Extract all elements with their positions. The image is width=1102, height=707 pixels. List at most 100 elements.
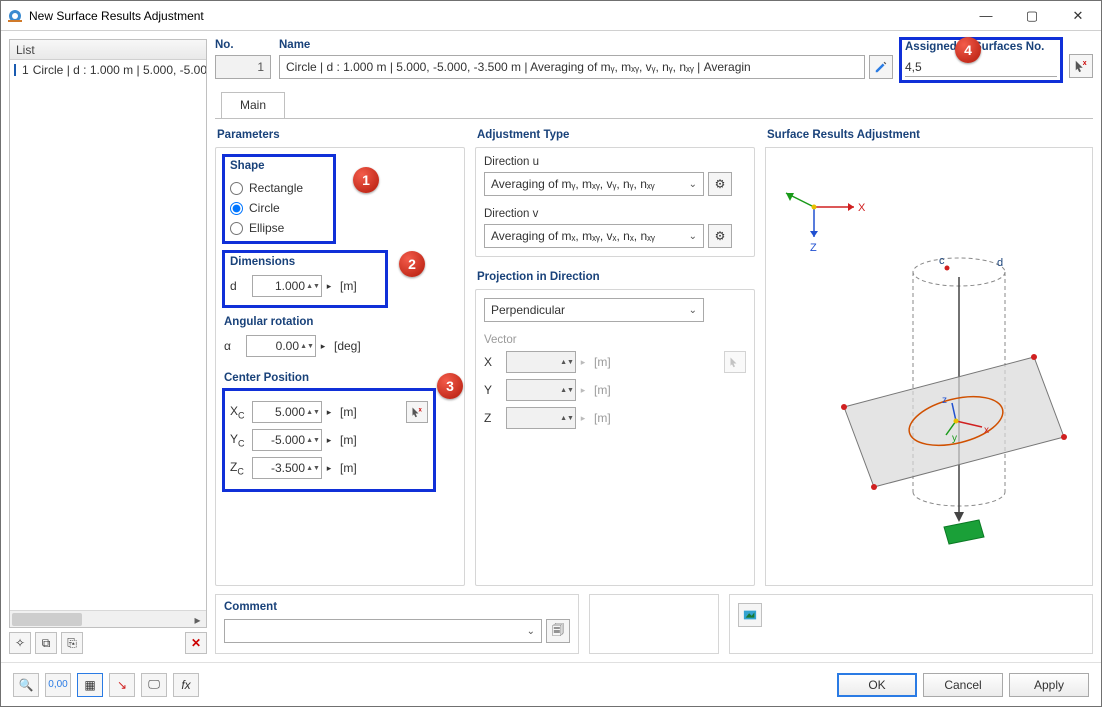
d-input[interactable]: 1.000▲▼ <box>252 275 322 297</box>
no-field: 1 <box>215 55 271 79</box>
name-label: Name <box>279 39 893 51</box>
assigned-surfaces-field[interactable]: 4,5 <box>905 57 1057 77</box>
list-horizontal-scrollbar[interactable]: ▸ <box>10 610 206 627</box>
alpha-menu-button[interactable]: ▸ <box>316 335 330 357</box>
tab-main[interactable]: Main <box>221 92 285 118</box>
alpha-unit: [deg] <box>334 339 361 353</box>
cancel-button[interactable]: Cancel <box>923 673 1003 697</box>
vector-y-input: ▲▼ <box>506 379 576 401</box>
yc-input[interactable]: -5.000▲▼ <box>252 429 322 451</box>
axes-icon: ↘ <box>117 678 127 692</box>
delete-item-button[interactable]: ✕ <box>185 632 207 654</box>
pick-arrow-x-icon: x <box>411 406 423 418</box>
grid-toggle-button[interactable]: ▦ <box>77 673 103 697</box>
close-button[interactable]: ✕ <box>1055 1 1101 31</box>
shape-rectangle-radio[interactable]: Rectangle <box>230 178 328 198</box>
tab-strip: Main <box>215 91 1093 119</box>
pick-arrow-icon <box>729 356 741 368</box>
comment-dropdown[interactable]: ⌄ <box>224 619 542 643</box>
vector-z-input: ▲▼ <box>506 407 576 429</box>
vector-label: Vector <box>484 334 746 346</box>
zc-input[interactable]: -3.500▲▼ <box>252 457 322 479</box>
comment-library-button[interactable]: 🗐 <box>546 619 570 643</box>
preview-title: Surface Results Adjustment <box>767 129 1093 141</box>
direction-v-dropdown[interactable]: Averaging of mₓ, mₓᵧ, vₓ, nₓ, nₓᵧ⌄ <box>484 224 704 248</box>
vector-x-label: X <box>484 355 506 369</box>
alpha-label: α <box>224 339 246 353</box>
function-button[interactable]: fx <box>173 673 199 697</box>
xc-menu-button[interactable]: ▸ <box>322 401 336 423</box>
adjustment-type-title: Adjustment Type <box>477 129 755 141</box>
vector-z-label: Z <box>484 411 506 425</box>
svg-text:y: y <box>952 433 957 444</box>
projection-dropdown[interactable]: Perpendicular⌄ <box>484 298 704 322</box>
shape-circle-radio[interactable]: Circle <box>230 198 328 218</box>
display-button[interactable]: 🖵 <box>141 673 167 697</box>
no-label: No. <box>215 39 271 51</box>
parameters-title: Parameters <box>217 129 465 141</box>
xc-input[interactable]: 5.000▲▼ <box>252 401 322 423</box>
apply-button[interactable]: Apply <box>1009 673 1089 697</box>
zc-label: ZC <box>230 460 252 476</box>
duplicate-item-button[interactable]: ⧉ <box>35 632 57 654</box>
vector-x-unit: [m] <box>594 355 611 369</box>
list-item-color-icon <box>14 64 16 76</box>
vector-y-label: Y <box>484 383 506 397</box>
svg-text:c: c <box>939 255 945 267</box>
picture-icon <box>743 608 757 622</box>
yc-unit: [m] <box>340 433 357 447</box>
zc-menu-button[interactable]: ▸ <box>322 457 336 479</box>
grid-icon: ▦ <box>84 678 95 692</box>
direction-u-label: Direction u <box>484 156 746 168</box>
d-unit: [m] <box>340 279 357 293</box>
projection-title: Projection in Direction <box>477 271 755 283</box>
direction-u-settings-button[interactable]: ⚙ <box>708 172 732 196</box>
callout-2: 2 <box>399 251 425 277</box>
angular-rotation-title: Angular rotation <box>224 316 456 328</box>
comment-title: Comment <box>224 601 570 613</box>
minimize-button[interactable]: — <box>963 1 1009 31</box>
ok-button[interactable]: OK <box>837 673 917 697</box>
maximize-button[interactable]: ▢ <box>1009 1 1055 31</box>
gear-icon: ⚙ <box>715 229 726 243</box>
help-button[interactable]: 🔍 <box>13 673 39 697</box>
name-field[interactable]: Circle | d : 1.000 m | 5.000, -5.000, -3… <box>279 55 865 79</box>
preview-settings-button[interactable] <box>738 603 762 627</box>
xc-unit: [m] <box>340 405 357 419</box>
shape-ellipse-radio[interactable]: Ellipse <box>230 218 328 238</box>
zc-unit: [m] <box>340 461 357 475</box>
app-icon <box>7 8 23 24</box>
axes-button[interactable]: ↘ <box>109 673 135 697</box>
d-label: d <box>230 279 252 293</box>
list-panel: List 1 Circle | d : 1.000 m | 5.000, -5.… <box>9 39 207 628</box>
yc-menu-button[interactable]: ▸ <box>322 429 336 451</box>
dialog-footer: 🔍 0,00 ▦ ↘ 🖵 fx OK Cancel Apply <box>1 662 1101 706</box>
alpha-input[interactable]: 0.00▲▼ <box>246 335 316 357</box>
list-item[interactable]: 1 Circle | d : 1.000 m | 5.000, -5.00 <box>10 60 206 80</box>
callout-1: 1 <box>353 167 379 193</box>
vector-z-unit: [m] <box>594 411 611 425</box>
direction-u-dropdown[interactable]: Averaging of mᵧ, mₓᵧ, vᵧ, nᵧ, nₓᵧ⌄ <box>484 172 704 196</box>
list-item-label: Circle | d : 1.000 m | 5.000, -5.00 <box>33 63 206 77</box>
title-bar: New Surface Results Adjustment — ▢ ✕ <box>1 1 1101 31</box>
new-item-button[interactable]: ✧ <box>9 632 31 654</box>
direction-v-settings-button[interactable]: ⚙ <box>708 224 732 248</box>
svg-text:x: x <box>419 407 423 413</box>
yc-label: YC <box>230 432 252 448</box>
monitor-icon: 🖵 <box>148 677 160 692</box>
center-position-title: Center Position <box>224 372 456 384</box>
callout-4: 4 <box>955 37 981 63</box>
xc-label: XC <box>230 404 252 420</box>
pencil-icon <box>874 60 888 74</box>
svg-text:X: X <box>858 202 866 214</box>
units-button[interactable]: 0,00 <box>45 673 71 697</box>
decimal-icon: 0,00 <box>48 679 67 690</box>
pick-center-button[interactable]: x <box>406 401 428 423</box>
d-menu-button[interactable]: ▸ <box>322 275 336 297</box>
svg-text:x: x <box>984 425 989 436</box>
edit-name-button[interactable] <box>869 55 893 79</box>
copy-item-button[interactable]: ⎘ <box>61 632 83 654</box>
pick-arrow-x-icon: x <box>1074 59 1088 73</box>
pick-surfaces-button[interactable]: x <box>1069 54 1093 78</box>
note-icon: 🗐 <box>552 621 564 642</box>
